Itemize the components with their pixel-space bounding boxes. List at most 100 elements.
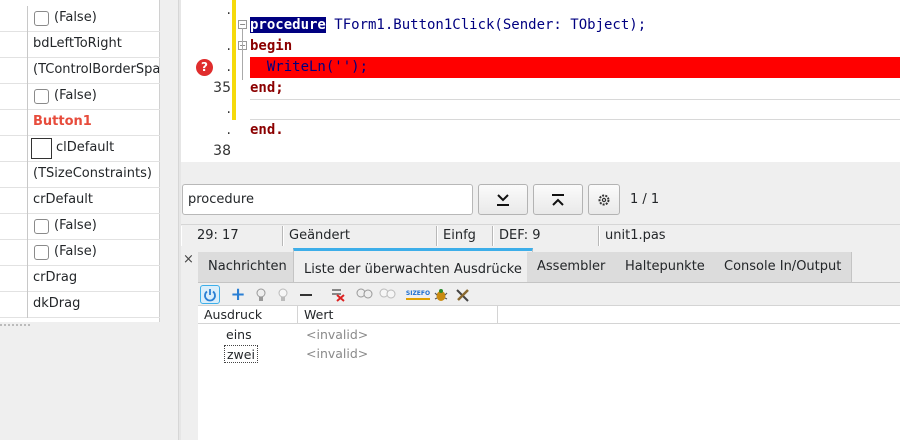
size-badge-icon: SIZEFO — [405, 290, 431, 300]
lightbulb-off-icon — [278, 288, 288, 301]
code-line[interactable]: procedure TForm1.Button1Click(Sender: TO… — [250, 15, 646, 36]
bug-icon — [434, 288, 448, 301]
encoding-status: DEF: 9 — [493, 226, 599, 246]
find-next-button[interactable] — [478, 184, 528, 215]
property-row[interactable]: (False) — [0, 214, 160, 240]
section-divider — [250, 119, 900, 120]
find-previous-icon — [552, 193, 564, 206]
column-header-value[interactable]: Wert — [298, 306, 498, 324]
property-row[interactable]: crDrag — [0, 266, 160, 292]
checkbox[interactable] — [34, 89, 49, 104]
lightbulbs-icon — [356, 288, 373, 298]
add-watch-button[interactable]: + — [228, 284, 248, 305]
code-line[interactable]: end. — [250, 120, 284, 141]
editor-statusbar: 29: 17 Geändert Einfg DEF: 9 unit1.pas — [181, 224, 900, 246]
error-line[interactable]: WriteLn(''); — [250, 57, 900, 78]
options-button[interactable] — [453, 285, 473, 304]
code-line[interactable]: begin — [250, 36, 292, 57]
insert-mode[interactable]: Einfg — [437, 226, 493, 246]
property-value: crDefault — [33, 192, 93, 207]
property-value: (False) — [54, 88, 97, 103]
incremental-search-bar: 1 / 1 — [181, 178, 900, 222]
tab-assembler[interactable]: Assembler — [527, 252, 617, 282]
property-row[interactable]: (False) — [0, 6, 160, 32]
line-marker: . — [226, 59, 231, 75]
line-marker: . — [226, 122, 231, 138]
debug-panel: × Nachrichten Liste der überwachten Ausd… — [181, 248, 900, 440]
property-row[interactable]: (TControlBorderSpacing) — [0, 58, 160, 84]
close-icon[interactable]: × — [183, 252, 194, 267]
modified-lines-marker — [232, 0, 236, 120]
tab-watches[interactable]: Liste der überwachten Ausdrücke — [293, 248, 533, 282]
power-icon — [204, 288, 216, 301]
code-text: TForm1.Button1Click(Sender: TObject); — [325, 17, 647, 33]
editor-gutter[interactable]: . . ? . 35 . . 38 − − — [181, 0, 247, 162]
tab-breakpoints[interactable]: Haltepunkte — [615, 252, 716, 282]
watch-row[interactable]: eins <invalid> — [198, 325, 900, 345]
fold-guide — [242, 28, 243, 80]
cursor-position: 29: 17 — [181, 226, 283, 246]
property-value: clDefault — [56, 140, 115, 155]
property-row-color[interactable]: clDefault — [0, 136, 160, 162]
enable-all-button[interactable] — [355, 285, 375, 304]
property-value: bdLeftToRight — [33, 36, 122, 51]
checkbox[interactable] — [34, 245, 49, 260]
power-toggle-button[interactable] — [200, 285, 220, 304]
line-number: 38 — [213, 143, 231, 159]
property-row[interactable]: crDefault — [0, 188, 160, 214]
line-marker: . — [226, 2, 231, 18]
search-input[interactable] — [182, 184, 473, 215]
property-row-name[interactable]: Button1 — [0, 110, 160, 136]
code-text: WriteLn(''); — [250, 59, 369, 75]
property-grid: (False) bdLeftToRight (TControlBorderSpa… — [0, 0, 160, 322]
property-value: crDrag — [33, 270, 78, 285]
disable-all-button[interactable] — [378, 285, 398, 304]
enable-watch-button[interactable] — [251, 285, 271, 304]
color-swatch[interactable] — [31, 138, 52, 159]
delete-all-icon — [332, 288, 345, 302]
property-value-highlighted: Button1 — [33, 114, 92, 129]
watches-toolbar: + SIZEFO — [198, 283, 900, 306]
delete-all-button[interactable] — [328, 285, 348, 304]
lightbulbs-off-icon — [379, 288, 396, 298]
property-row[interactable]: (False) — [0, 84, 160, 110]
watches-panel: + SIZEFO Ausdruck Wert eins <invalid> zw… — [198, 282, 900, 440]
property-row[interactable]: (TSizeConstraints) — [0, 162, 160, 188]
tab-messages[interactable]: Nachrichten — [198, 252, 298, 282]
file-name: unit1.pas — [599, 226, 889, 246]
checkbox[interactable] — [34, 219, 49, 234]
property-row[interactable]: dkDrag — [0, 292, 160, 318]
checkbox[interactable] — [34, 11, 49, 26]
search-options-button[interactable] — [588, 184, 620, 215]
evaluate-button[interactable] — [431, 285, 451, 304]
find-next-icon — [497, 193, 509, 206]
property-row[interactable]: (False) — [0, 240, 160, 266]
property-value: (False) — [54, 10, 97, 25]
watch-expression: eins — [226, 327, 252, 342]
watch-value: <invalid> — [306, 346, 369, 361]
inspect-size-button[interactable]: SIZEFO — [405, 285, 431, 304]
property-value: (TControlBorderSpacing) — [33, 62, 159, 77]
property-row[interactable]: bdLeftToRight — [0, 32, 160, 58]
minus-icon — [300, 293, 312, 296]
object-inspector: (False) bdLeftToRight (TControlBorderSpa… — [0, 0, 178, 440]
watch-value: <invalid> — [306, 327, 369, 342]
property-value: (False) — [54, 244, 97, 259]
column-header-expression[interactable]: Ausdruck — [198, 306, 298, 324]
splitter-grip[interactable] — [0, 324, 30, 332]
find-previous-button[interactable] — [533, 184, 583, 215]
disable-watch-button[interactable] — [273, 285, 293, 304]
watches-header: Ausdruck Wert — [198, 306, 900, 324]
tab-console[interactable]: Console In/Output — [714, 252, 853, 282]
remove-watch-button[interactable] — [296, 285, 316, 304]
gear-icon — [598, 194, 610, 205]
tools-icon — [456, 288, 469, 302]
code-line[interactable]: end; — [250, 78, 284, 99]
selected-keyword: procedure — [250, 17, 326, 33]
line-marker: . — [226, 101, 231, 117]
line-number: 35 — [213, 80, 231, 96]
lightbulb-icon — [256, 288, 266, 301]
property-value: (False) — [54, 218, 97, 233]
source-editor[interactable]: . . ? . 35 . . 38 − − procedure TForm1.B… — [181, 0, 900, 162]
watch-row[interactable]: zwei <invalid> — [198, 344, 900, 364]
